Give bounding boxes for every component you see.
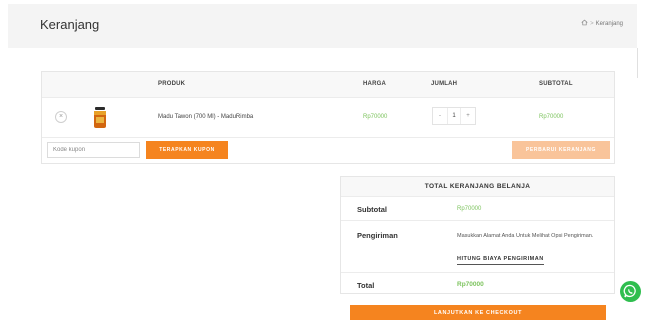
cart-totals: TOTAL KERANJANG BELANJA Subtotal Rp70000… bbox=[340, 176, 615, 294]
column-price: HARGA bbox=[363, 81, 386, 87]
checkout-button[interactable]: LANJUTKAN KE CHECKOUT bbox=[350, 305, 606, 320]
item-subtotal: Rp70000 bbox=[539, 114, 564, 120]
product-price: Rp70000 bbox=[363, 114, 388, 120]
quantity-increase-button[interactable]: + bbox=[461, 108, 475, 124]
shipping-info: Masukkan Alamat Anda Untuk Melihat Opsi … bbox=[457, 233, 594, 239]
column-qty: JUMLAH bbox=[431, 81, 458, 87]
column-product: PRODUK bbox=[158, 81, 186, 87]
home-icon[interactable] bbox=[581, 19, 588, 28]
total-row: Total Rp70000 bbox=[341, 273, 614, 294]
total-label: Total bbox=[357, 281, 375, 290]
shipping-label: Pengiriman bbox=[357, 231, 398, 240]
remove-item-button[interactable]: × bbox=[55, 111, 67, 123]
quantity-input[interactable]: 1 bbox=[447, 108, 461, 124]
column-subtotal: SUBTOTAL bbox=[539, 81, 573, 87]
divider bbox=[637, 48, 638, 78]
cart-totals-title: TOTAL KERANJANG BELANJA bbox=[341, 177, 614, 197]
page-header: Keranjang > Keranjang bbox=[8, 4, 637, 48]
subtotal-value: Rp70000 bbox=[457, 206, 482, 212]
update-cart-button[interactable]: PERBARUI KERANJANG bbox=[512, 141, 610, 159]
apply-coupon-button[interactable]: TERAPKAN KUPON bbox=[146, 141, 228, 159]
subtotal-row: Subtotal Rp70000 bbox=[341, 197, 614, 221]
calculate-shipping-link[interactable]: HITUNG BIAYA PENGIRIMAN bbox=[457, 256, 544, 265]
coupon-input[interactable] bbox=[47, 142, 140, 158]
breadcrumb-separator: > bbox=[590, 20, 594, 27]
product-thumbnail[interactable] bbox=[92, 105, 108, 129]
total-value: Rp70000 bbox=[457, 281, 484, 288]
breadcrumb-current: Keranjang bbox=[595, 20, 623, 27]
cart-table: PRODUK HARGA JUMLAH SUBTOTAL × Madu Tawo… bbox=[41, 71, 615, 164]
cart-page: Keranjang > Keranjang PRODUK HARGA JUMLA… bbox=[0, 0, 651, 320]
subtotal-label: Subtotal bbox=[357, 205, 387, 214]
product-name[interactable]: Madu Tawon (700 Ml) - MaduRimba bbox=[158, 114, 253, 120]
quantity-decrease-button[interactable]: - bbox=[433, 108, 447, 124]
cart-item-row: × Madu Tawon (700 Ml) - MaduRimba Rp7000… bbox=[42, 98, 614, 138]
quantity-stepper: - 1 + bbox=[432, 107, 476, 125]
breadcrumb: > Keranjang bbox=[581, 19, 623, 28]
whatsapp-icon[interactable] bbox=[620, 281, 641, 302]
cart-table-header: PRODUK HARGA JUMLAH SUBTOTAL bbox=[42, 72, 614, 98]
shipping-row: Pengiriman Masukkan Alamat Anda Untuk Me… bbox=[341, 221, 614, 273]
page-title: Keranjang bbox=[40, 17, 100, 32]
